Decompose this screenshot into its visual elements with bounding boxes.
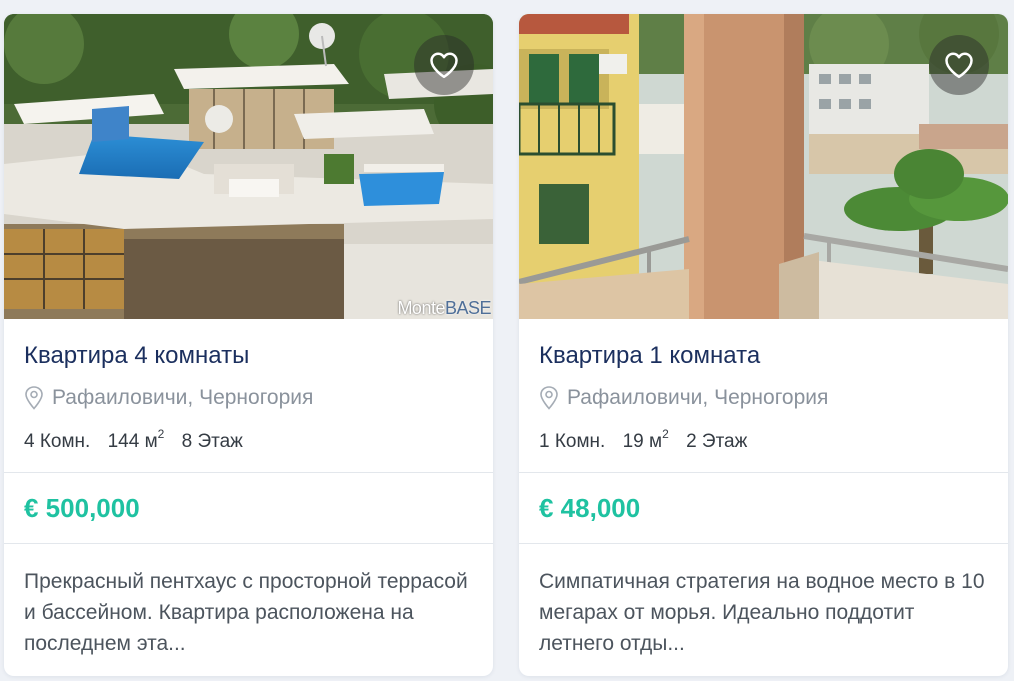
location-text: Рафаиловичи, Черногория	[567, 386, 829, 409]
listing-photo[interactable]: MonteBASE	[4, 14, 493, 319]
rooms-count: 1 Комн.	[539, 431, 606, 453]
listing-specs: 1 Комн. 19 м2 2 Этаж	[539, 424, 988, 454]
watermark-logo: MonteBASE	[397, 298, 491, 318]
listing-specs: 4 Комн. 144 м2 8 Этаж	[24, 424, 473, 454]
listing-location: Рафаиловичи, Черногория	[539, 385, 988, 411]
floor-number: 2 Этаж	[686, 431, 748, 453]
area-value: 19 м2	[622, 427, 669, 453]
location-text: Рафаиловичи, Черногория	[52, 386, 314, 409]
price-row: € 500,000	[4, 472, 493, 544]
listing-price: € 48,000	[539, 492, 641, 523]
favorite-button[interactable]	[929, 35, 989, 95]
map-pin-icon	[539, 386, 559, 410]
listing-card[interactable]: MonteBASE Квартира 4 комнаты Рафаиловичи…	[4, 14, 493, 676]
heart-outline-icon	[429, 51, 459, 79]
area-value: 144 м2	[107, 427, 165, 453]
price-row: € 48,000	[519, 472, 1008, 544]
listing-title[interactable]: Квартира 4 комнаты	[24, 341, 473, 371]
listing-photo[interactable]	[519, 14, 1008, 319]
map-pin-icon	[24, 386, 44, 410]
listing-description: Симпатичная стратегия на водное место в …	[539, 570, 985, 655]
listing-card[interactable]: Квартира 1 комната Рафаиловичи, Черногор…	[519, 14, 1008, 676]
listing-description: Прекрасный пентхаус с просторной террасо…	[24, 570, 468, 655]
listing-price: € 500,000	[24, 492, 140, 523]
listing-location: Рафаиловичи, Черногория	[24, 385, 473, 411]
rooms-count: 4 Комн.	[24, 431, 91, 453]
floor-number: 8 Этаж	[181, 431, 243, 453]
heart-outline-icon	[944, 51, 974, 79]
favorite-button[interactable]	[414, 35, 474, 95]
listing-title[interactable]: Квартира 1 комната	[539, 341, 988, 371]
